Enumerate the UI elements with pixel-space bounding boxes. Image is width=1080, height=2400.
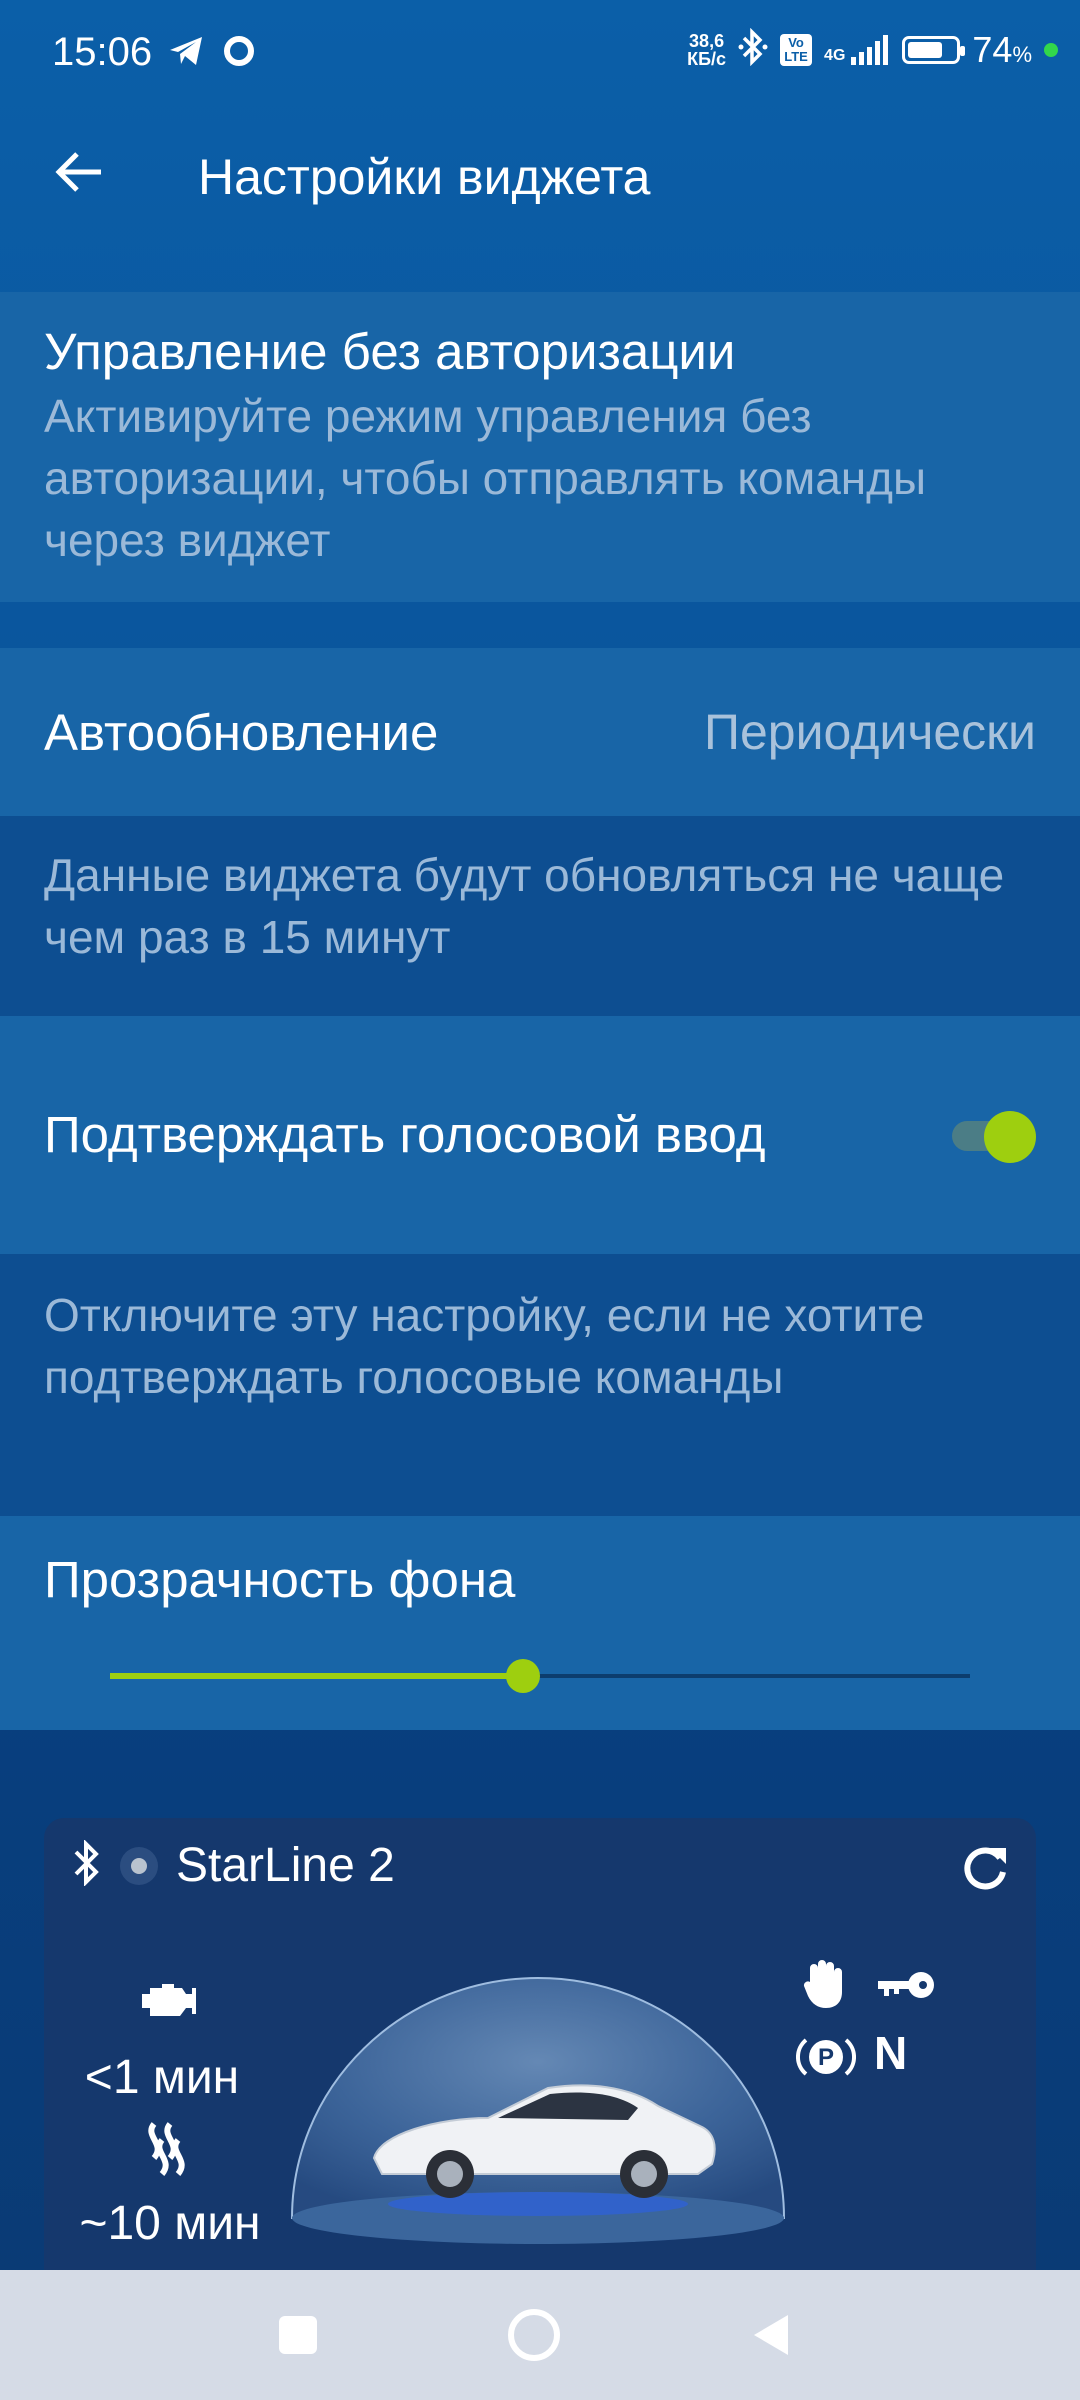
setting-transparency: Прозрачность фона <box>0 1516 1080 1730</box>
battery-percent: 74% <box>972 28 1032 70</box>
setting-transparency-title: Прозрачность фона <box>44 1551 516 1608</box>
setting-auto-update[interactable]: Автообновление Периодически <box>0 648 1080 816</box>
setting-voice-confirm-desc: Отключите эту настройку, если не хотите … <box>44 1289 925 1403</box>
back-nav-button[interactable] <box>710 2270 830 2400</box>
transparency-slider[interactable] <box>110 1656 970 1696</box>
voice-confirm-toggle[interactable] <box>948 1111 1036 1163</box>
circle-notification-icon <box>222 34 256 73</box>
engine-timer: <1 мин <box>84 2051 240 2104</box>
network-speed: 38,6 КБ/с <box>687 30 727 69</box>
telegram-icon <box>168 35 204 72</box>
setting-auto-update-desc: Данные виджета будут обновляться не чаще… <box>44 849 1005 963</box>
setting-voice-confirm[interactable]: Подтверждать голосовой ввод <box>0 1016 1080 1254</box>
hand-icon <box>802 1958 848 2015</box>
parking-icon: P <box>795 2032 857 2087</box>
setting-auto-update-info: Данные виджета будут обновляться не чаще… <box>0 816 1080 1016</box>
device-name: StarLine 2 <box>176 1839 395 1892</box>
privacy-indicator-dot <box>1044 42 1058 57</box>
circle-home-icon <box>508 2309 560 2361</box>
setting-auto-update-value: Периодически <box>704 704 1036 760</box>
square-icon <box>279 2316 317 2354</box>
signal-icon: 4G <box>824 34 890 65</box>
bluetooth-icon <box>72 1839 102 1891</box>
setting-no-auth-title: Управление без авторизации <box>44 323 736 380</box>
status-time: 15:06 <box>52 30 153 74</box>
setting-auto-update-title: Автообновление <box>44 703 439 761</box>
volte-icon: Vo LTE <box>780 33 813 66</box>
car-shield-image <box>290 1977 786 2244</box>
heater-icon <box>140 2120 194 2183</box>
key-icon <box>876 1968 936 2007</box>
refresh-icon[interactable] <box>960 1842 1010 1897</box>
connection-status-dot <box>120 1846 158 1885</box>
svg-text:P: P <box>818 2044 834 2071</box>
app-bar: Настройки виджета <box>0 108 1080 248</box>
back-button[interactable] <box>44 138 112 206</box>
bluetooth-status-icon <box>738 27 768 71</box>
system-nav-bar <box>0 2270 1080 2400</box>
setting-no-auth-desc: Активируйте режим управления без авториз… <box>44 390 927 566</box>
engine-icon <box>136 1978 198 2027</box>
battery-icon <box>902 35 966 64</box>
gear-indicator: N <box>874 2027 908 2079</box>
arrow-left-icon <box>55 152 101 192</box>
slider-thumb[interactable] <box>505 1659 540 1693</box>
setting-no-auth[interactable]: Управление без авторизации Активируйте р… <box>0 292 1080 602</box>
setting-voice-confirm-title: Подтверждать голосовой ввод <box>44 1106 766 1163</box>
heater-timer: ~10 мин <box>79 2197 261 2250</box>
home-button[interactable] <box>474 2270 594 2400</box>
setting-voice-confirm-info: Отключите эту настройку, если не хотите … <box>0 1254 1080 1516</box>
status-bar: 15:06 38,6 КБ/с Vo LTE 4G 74% <box>0 0 1080 108</box>
page-title: Настройки виджета <box>198 149 651 205</box>
recents-button[interactable] <box>238 2270 358 2400</box>
triangle-back-icon <box>754 2315 788 2355</box>
